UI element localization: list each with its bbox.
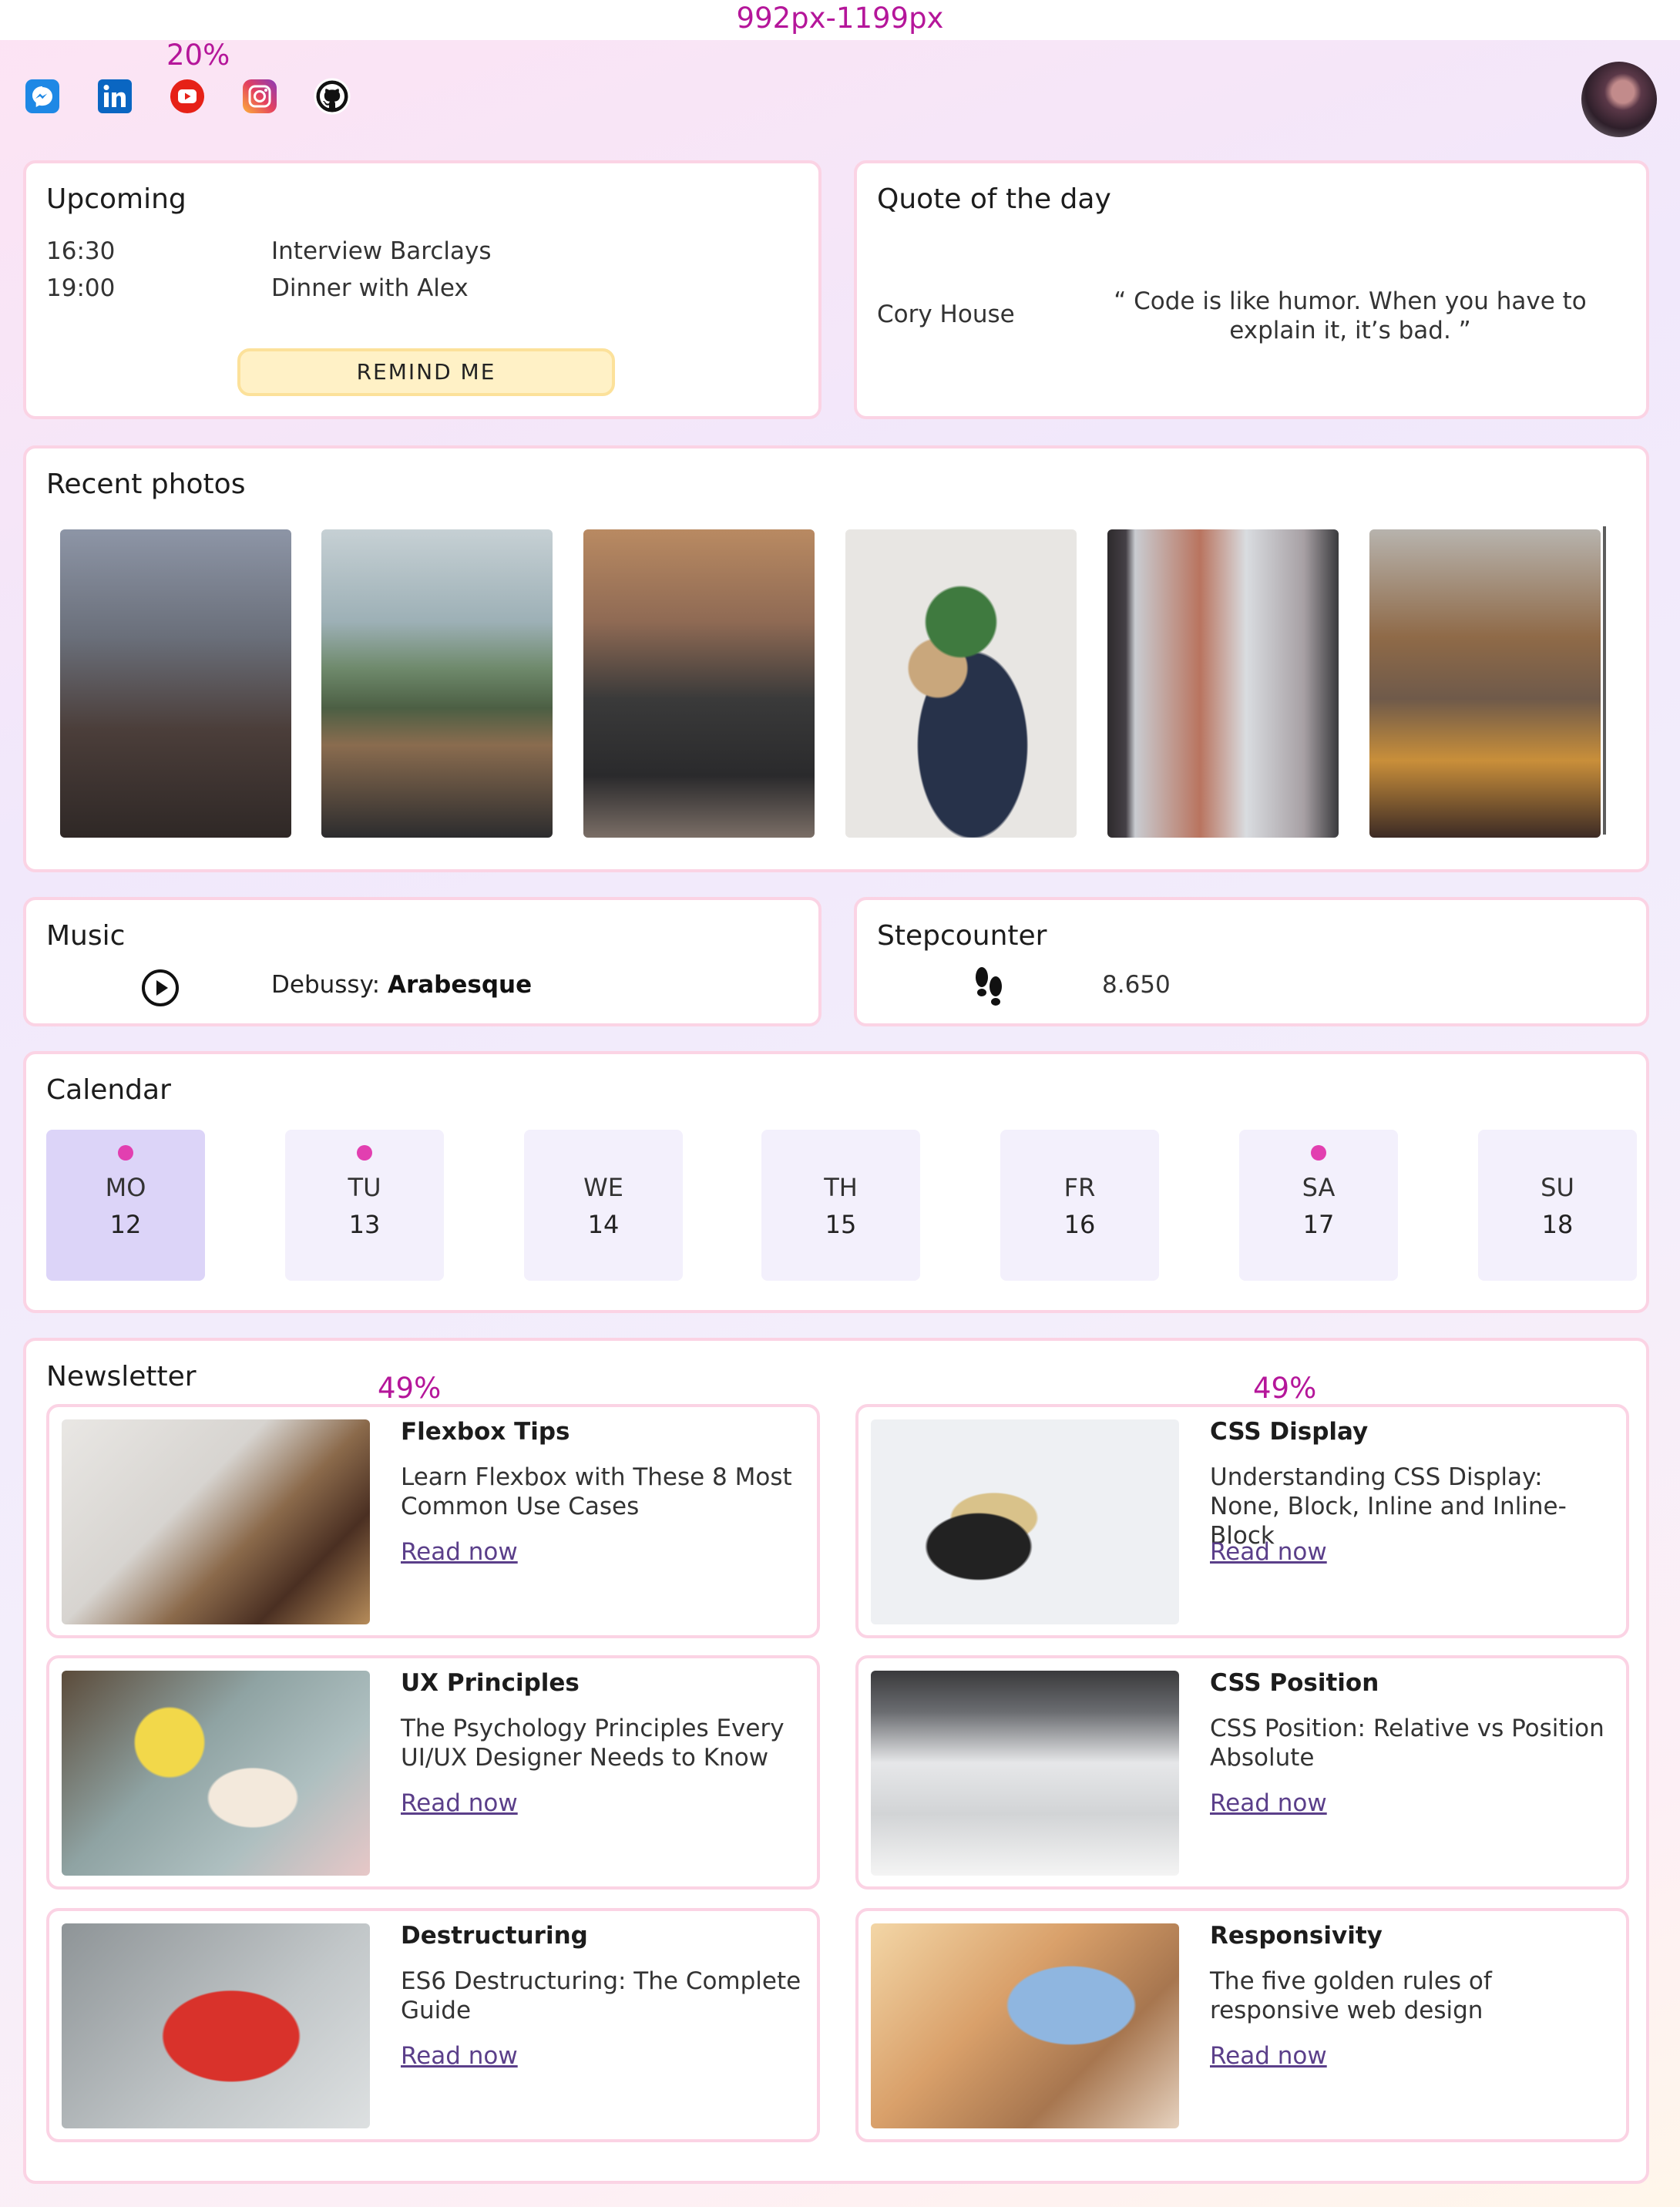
upcoming-card: Upcoming 16:30 Interview Barclays 19:00 …: [23, 160, 822, 419]
article-title: Responsivity: [1210, 1922, 1383, 1950]
quote-text: “ Code is like humor. When you have to e…: [1114, 287, 1587, 344]
day-name: SA: [1302, 1173, 1336, 1202]
track-composer: Debussy:: [271, 971, 388, 999]
article-description: CSS Position: Relative vs Position Absol…: [1210, 1715, 1604, 1772]
quote-card: Quote of the day Cory House “ Code is li…: [854, 160, 1649, 419]
youtube-icon[interactable]: [168, 77, 207, 116]
instagram-icon[interactable]: [240, 77, 279, 116]
remind-me-button[interactable]: REMIND ME: [237, 348, 615, 396]
read-now-link[interactable]: Read now: [401, 1538, 518, 1566]
article-title: Flexbox Tips: [401, 1418, 570, 1446]
article-title: UX Principles: [401, 1669, 580, 1697]
day-number: 15: [825, 1210, 857, 1239]
day-name: TU: [348, 1173, 381, 1202]
event-dot: [118, 1145, 133, 1161]
calendar-title: Calendar: [46, 1074, 171, 1106]
music-title: Music: [46, 920, 126, 952]
day-number: 14: [587, 1210, 620, 1239]
photo-alley[interactable]: [60, 529, 291, 838]
day-number: 17: [1302, 1210, 1335, 1239]
calendar-day-we[interactable]: WE 14: [524, 1130, 683, 1281]
read-now-link[interactable]: Read now: [401, 2042, 518, 2070]
event-label: Dinner with Alex: [271, 274, 469, 302]
article-description: Learn Flexbox with These 8 Most Common U…: [401, 1463, 792, 1520]
day-name: TH: [824, 1173, 858, 1202]
photo-suitcase[interactable]: [845, 529, 1077, 838]
quote-author: Cory House: [877, 301, 1015, 328]
photo-strip-overflow: [1603, 526, 1606, 835]
article-thumbnail: [62, 1671, 370, 1876]
calendar-day-mo[interactable]: MO 12: [46, 1130, 205, 1281]
article-thumbnail: [871, 1923, 1179, 2128]
day-name: MO: [105, 1173, 146, 1202]
article-description: The Psychology Principles Every UI/UX De…: [401, 1715, 785, 1772]
github-icon[interactable]: [313, 77, 351, 116]
read-now-link[interactable]: Read now: [1210, 2042, 1327, 2070]
event-label: Interview Barclays: [271, 237, 492, 265]
article-title: Destructuring: [401, 1922, 588, 1950]
quote-title: Quote of the day: [877, 183, 1111, 215]
user-avatar[interactable]: [1581, 62, 1657, 137]
event-time: 19:00: [46, 274, 116, 302]
article-card: CSS Display Understanding CSS Display: N…: [855, 1404, 1629, 1638]
newsletter-title: Newsletter: [46, 1361, 197, 1392]
photo-window-desk[interactable]: [1107, 529, 1339, 838]
article-card: Destructuring ES6 Destructuring: The Com…: [46, 1908, 820, 2142]
read-now-link[interactable]: Read now: [1210, 1789, 1327, 1817]
calendar-day-fr[interactable]: FR 16: [1000, 1130, 1159, 1281]
article-description: ES6 Destructuring: The Complete Guide: [401, 1967, 801, 2024]
article-card: Responsivity The five golden rules of re…: [855, 1908, 1629, 2142]
play-icon[interactable]: [140, 968, 180, 1011]
article-card: UX Principles The Psychology Principles …: [46, 1655, 820, 1890]
calendar-card: Calendar MO 12 TU 13 WE 14 TH 15 FR 16 S…: [23, 1051, 1649, 1313]
photo-friends[interactable]: [583, 529, 815, 838]
calendar-day-tu[interactable]: TU 13: [285, 1130, 444, 1281]
article-thumbnail: [871, 1671, 1179, 1876]
upcoming-title: Upcoming: [46, 183, 186, 215]
event-dot: [357, 1145, 372, 1161]
article-card: Flexbox Tips Learn Flexbox with These 8 …: [46, 1404, 820, 1638]
track-info: Debussy: Arabesque: [271, 971, 532, 999]
stepcounter-title: Stepcounter: [877, 920, 1047, 952]
event-dot: [1311, 1145, 1326, 1161]
article-thumbnail: [62, 1923, 370, 2128]
article-description: The five golden rules of responsive web …: [1210, 1967, 1492, 2024]
calendar-day-th[interactable]: TH 15: [761, 1130, 920, 1281]
article-thumbnail: [62, 1419, 370, 1624]
calendar-day-sa[interactable]: SA 17: [1239, 1130, 1398, 1281]
article-title: CSS Position: [1210, 1669, 1379, 1697]
day-name: WE: [583, 1173, 623, 1202]
photo-street-cafe[interactable]: [1369, 529, 1601, 838]
stepcounter-card: Stepcounter 8.650: [854, 897, 1649, 1026]
messenger-icon[interactable]: [23, 77, 62, 116]
article-thumbnail: [871, 1419, 1179, 1624]
article-title: CSS Display: [1210, 1418, 1369, 1446]
recent-photos-card: Recent photos: [23, 445, 1649, 872]
day-name: SU: [1541, 1173, 1574, 1202]
column-width-percent: 49%: [378, 1372, 442, 1405]
track-piece: Arabesque: [387, 971, 533, 999]
viewport-width-label: 992px-1199px: [0, 0, 1680, 40]
photo-office-view[interactable]: [321, 529, 553, 838]
day-number: 18: [1541, 1210, 1574, 1239]
read-now-link[interactable]: Read now: [1210, 1538, 1327, 1566]
day-name: FR: [1063, 1173, 1096, 1202]
column-width-percent: 49%: [1253, 1372, 1317, 1405]
footsteps-icon: [973, 965, 1006, 1014]
recent-photos-title: Recent photos: [46, 469, 246, 500]
day-number: 12: [109, 1210, 142, 1239]
linkedin-icon[interactable]: [96, 77, 134, 116]
day-number: 13: [348, 1210, 381, 1239]
header-width-percent: 20%: [166, 39, 230, 72]
article-card: CSS Position CSS Position: Relative vs P…: [855, 1655, 1629, 1890]
social-links: [23, 77, 351, 116]
day-number: 16: [1063, 1210, 1096, 1239]
calendar-day-su[interactable]: SU 18: [1478, 1130, 1637, 1281]
article-description: Understanding CSS Display: None, Block, …: [1210, 1463, 1567, 1550]
read-now-link[interactable]: Read now: [401, 1789, 518, 1817]
music-card: Music Debussy: Arabesque: [23, 897, 822, 1026]
step-count: 8.650: [1102, 971, 1171, 999]
event-time: 16:30: [46, 237, 116, 265]
